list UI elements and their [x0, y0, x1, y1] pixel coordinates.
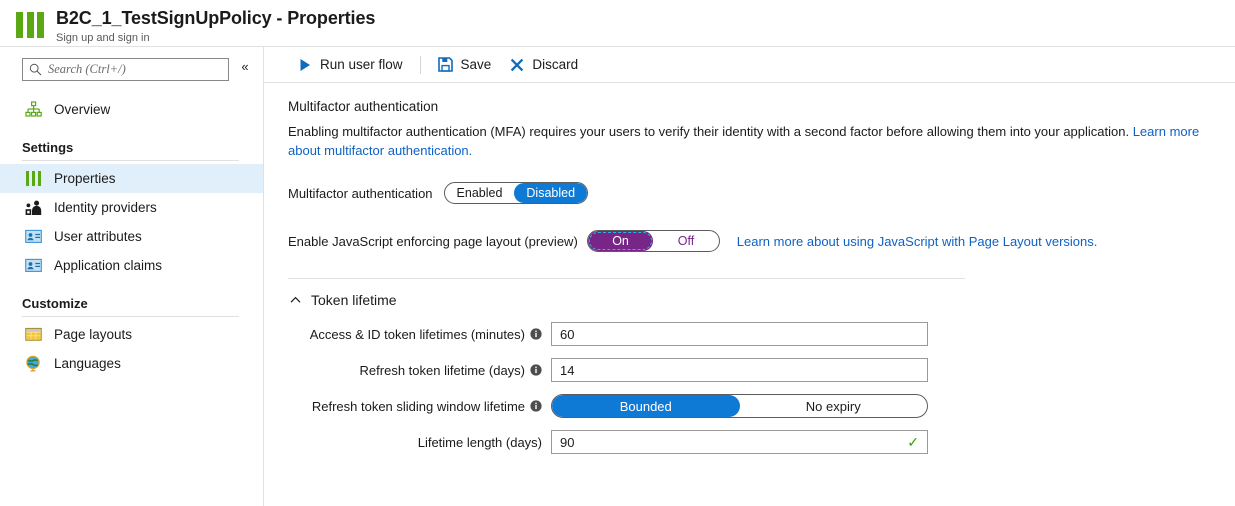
javascript-field-row: Enable JavaScript enforcing page layout …: [288, 230, 1235, 252]
field-label-text: Lifetime length (days): [417, 434, 542, 450]
field-row-refresh-token-sliding-window: Refresh token sliding window lifetime Bo…: [288, 394, 1235, 418]
sliding-window-option-no-expiry[interactable]: No expiry: [740, 395, 928, 417]
field-label: Refresh token sliding window lifetime: [288, 399, 551, 414]
save-button[interactable]: Save: [429, 51, 501, 79]
header-text-block: B2C_1_TestSignUpPolicy - Properties Sign…: [56, 8, 375, 45]
field-label-text: Access & ID token lifetimes (minutes): [309, 326, 525, 342]
token-lifetime-accordion-header[interactable]: Token lifetime: [288, 292, 1235, 308]
close-x-icon: [509, 57, 525, 73]
sidebar-item-languages[interactable]: Languages: [0, 349, 263, 378]
save-disk-icon: [438, 57, 454, 73]
page-subtitle: Sign up and sign in: [56, 32, 150, 44]
properties-panel: Multifactor authentication Enabling mult…: [264, 83, 1235, 506]
mfa-option-enabled[interactable]: Enabled: [445, 183, 515, 203]
identity-providers-icon: [24, 198, 43, 217]
javascript-field-label: Enable JavaScript enforcing page layout …: [288, 233, 578, 249]
collapse-sidebar-button[interactable]: «: [235, 60, 255, 73]
sidebar-item-label: Overview: [54, 102, 111, 117]
mfa-section-title: Multifactor authentication: [288, 99, 439, 114]
sidebar-item-label: Properties: [54, 171, 116, 186]
mfa-field-label: Multifactor authentication: [288, 185, 433, 201]
run-user-flow-label: Run user flow: [320, 57, 403, 72]
content-area: Run user flow Save Discard Multifactor a…: [264, 47, 1235, 506]
field-label-text: Refresh token sliding window lifetime: [311, 398, 525, 414]
user-attributes-card-icon: [24, 227, 43, 246]
field-label: Refresh token lifetime (days): [288, 363, 551, 378]
page-layouts-grid-icon: [24, 325, 43, 344]
application-claims-card-icon: [24, 256, 43, 275]
save-label: Save: [460, 57, 492, 72]
sidebar-item-properties[interactable]: Properties: [0, 164, 263, 193]
sidebar-group-divider: [22, 160, 239, 161]
run-user-flow-button[interactable]: Run user flow: [288, 51, 412, 79]
info-icon[interactable]: [530, 400, 542, 412]
valid-check-icon: ✓: [907, 434, 919, 450]
languages-globe-icon: [24, 354, 43, 373]
sliding-window-toggle[interactable]: Bounded No expiry: [551, 394, 928, 418]
overview-hierarchy-icon: [24, 100, 43, 119]
javascript-learn-more-link[interactable]: Learn more about using JavaScript with P…: [737, 234, 1098, 249]
sidebar-item-label: Page layouts: [54, 327, 133, 342]
toolbar-separator: [419, 55, 421, 74]
input-value: 14: [560, 362, 575, 378]
page-header: B2C_1_TestSignUpPolicy - Properties Sign…: [0, 0, 1235, 47]
lifetime-length-input[interactable]: 90 ✓: [551, 430, 928, 454]
javascript-option-off[interactable]: Off: [653, 231, 719, 251]
field-row-refresh-token-lifetime: Refresh token lifetime (days) 14: [288, 358, 1235, 382]
sliding-window-option-bounded[interactable]: Bounded: [552, 395, 740, 417]
sidebar-item-application-claims[interactable]: Application claims: [0, 251, 263, 280]
mfa-option-disabled[interactable]: Disabled: [514, 183, 588, 203]
sidebar-item-identity-providers[interactable]: Identity providers: [0, 193, 263, 222]
refresh-token-lifetime-input[interactable]: 14: [551, 358, 928, 382]
mfa-description: Enabling multifactor authentication (MFA…: [288, 122, 1213, 160]
sidebar-group-divider: [22, 316, 239, 317]
sidebar-group-customize-title: Customize: [22, 296, 88, 311]
token-lifetime-title: Token lifetime: [311, 292, 397, 308]
body-wrapper: Search (Ctrl+/) « Overview Settings Prop…: [0, 47, 1235, 506]
field-label: Access & ID token lifetimes (minutes): [288, 327, 551, 342]
token-lifetime-form: Access & ID token lifetimes (minutes) 60…: [288, 322, 1235, 454]
sidebar: Search (Ctrl+/) « Overview Settings Prop…: [0, 47, 264, 506]
section-divider: [288, 278, 965, 279]
input-value: 90: [560, 434, 575, 450]
chevron-up-icon: [288, 296, 302, 304]
field-row-lifetime-length: Lifetime length (days) 90 ✓: [288, 430, 1235, 454]
discard-label: Discard: [532, 57, 579, 72]
javascript-toggle[interactable]: On Off: [586, 230, 720, 252]
green-bars-icon: [24, 169, 43, 188]
info-icon[interactable]: [530, 328, 542, 340]
sidebar-item-overview[interactable]: Overview: [0, 95, 263, 124]
sidebar-group-settings-title: Settings: [22, 140, 74, 155]
info-icon[interactable]: [530, 364, 542, 376]
sidebar-item-page-layouts[interactable]: Page layouts: [0, 320, 263, 349]
field-label-text: Refresh token lifetime (days): [359, 362, 525, 378]
play-icon: [297, 57, 313, 73]
sidebar-item-user-attributes[interactable]: User attributes: [0, 222, 263, 251]
page-title: B2C_1_TestSignUpPolicy - Properties: [56, 8, 376, 28]
search-input[interactable]: Search (Ctrl+/): [22, 58, 229, 81]
field-row-access-id-token-lifetimes: Access & ID token lifetimes (minutes) 60: [288, 322, 1235, 346]
sidebar-search-row: Search (Ctrl+/) «: [0, 58, 263, 81]
mfa-toggle[interactable]: Enabled Disabled: [443, 182, 589, 204]
mfa-description-text: Enabling multifactor authentication (MFA…: [288, 124, 1133, 139]
search-icon: [29, 63, 42, 76]
access-id-token-lifetimes-input[interactable]: 60: [551, 322, 928, 346]
search-placeholder: Search (Ctrl+/): [48, 62, 126, 76]
javascript-option-on[interactable]: On: [587, 231, 654, 251]
sidebar-nav-list: Overview Settings Properties Identity pr…: [0, 95, 263, 378]
command-toolbar: Run user flow Save Discard: [264, 47, 1235, 83]
input-value: 60: [560, 326, 575, 342]
mfa-field-row: Multifactor authentication Enabled Disab…: [288, 182, 1235, 204]
green-bars-icon: [16, 11, 46, 39]
field-label: Lifetime length (days): [288, 435, 551, 450]
discard-button[interactable]: Discard: [500, 51, 587, 79]
sidebar-item-label: Application claims: [54, 258, 163, 273]
sidebar-item-label: User attributes: [54, 229, 142, 244]
sidebar-item-label: Languages: [54, 356, 121, 371]
sidebar-item-label: Identity providers: [54, 200, 157, 215]
